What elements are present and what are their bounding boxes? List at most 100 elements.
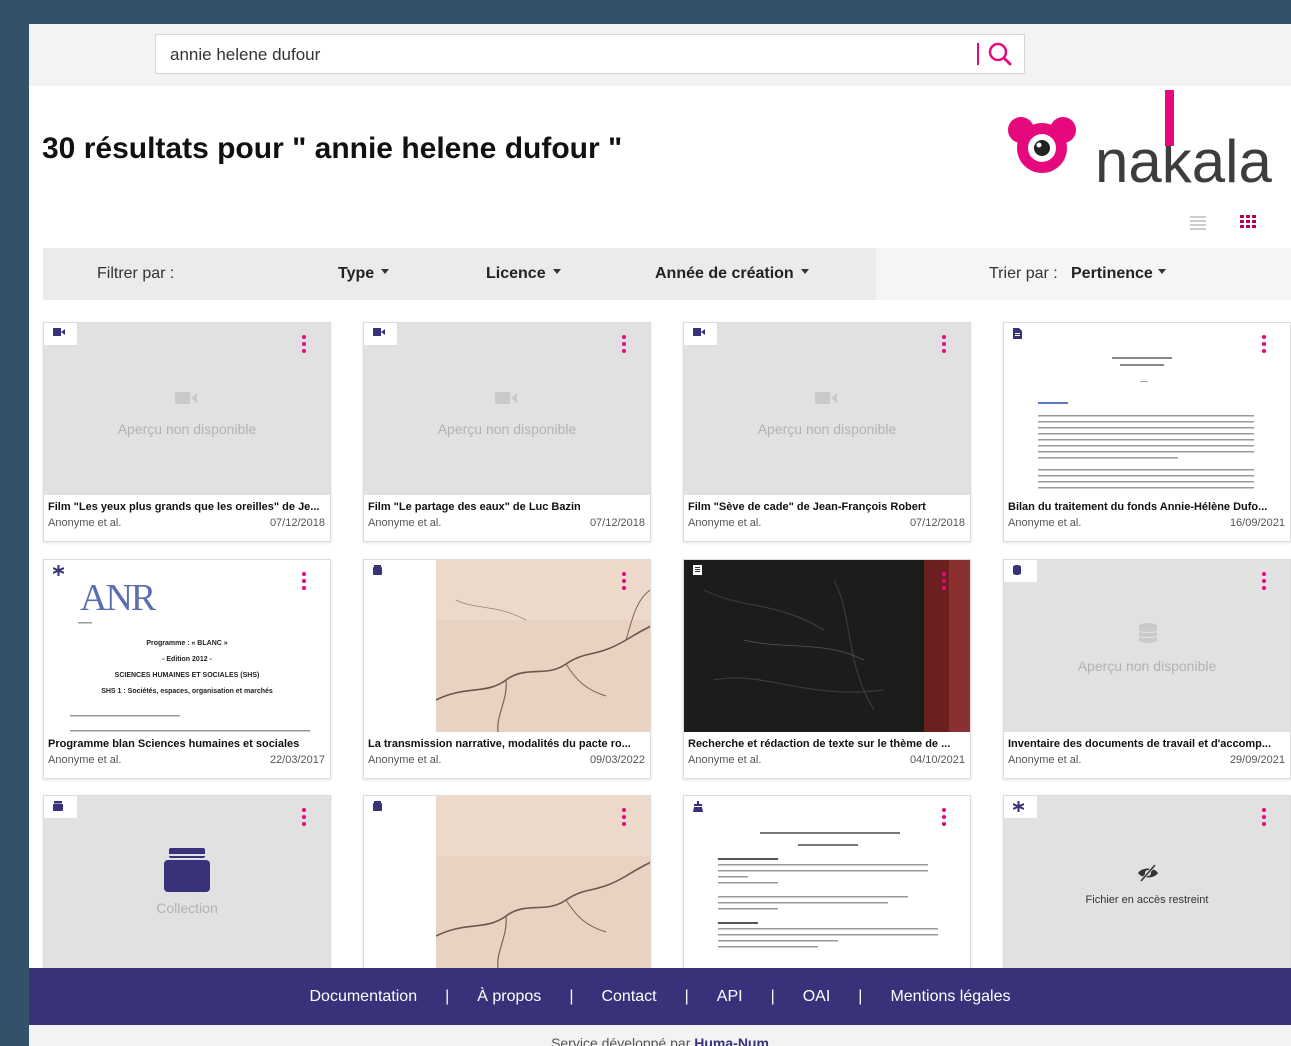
card-thumbnail: [364, 796, 650, 968]
database-icon: [1013, 565, 1021, 575]
card-type-badge: [684, 796, 717, 818]
caret-down-icon: [800, 269, 809, 275]
card-date: 07/12/2018: [589, 517, 645, 529]
book-icon: [693, 565, 702, 575]
card-thumbnail: [1004, 323, 1290, 495]
result-card[interactable]: Aperçu non disponible Film "Sève de cade…: [683, 322, 971, 542]
card-type-badge: [684, 560, 717, 582]
card-author: Anonyme et al.: [1008, 754, 1082, 766]
card-menu-button[interactable]: [621, 572, 627, 592]
search-box[interactable]: [155, 34, 1025, 74]
preview-unavailable: Aperçu non disponible: [757, 421, 897, 437]
card-type-badge: [364, 560, 397, 582]
card-menu-button[interactable]: [301, 808, 307, 828]
result-card[interactable]: Recherche et rédaction de texte sur le t…: [683, 559, 971, 779]
filter-year-dropdown[interactable]: Année de création: [655, 265, 809, 283]
result-card[interactable]: Aperçu non disponible Film "Le partage d…: [363, 322, 651, 542]
book-cover-image: [684, 560, 970, 732]
nakala-logo[interactable]: nakala: [1007, 86, 1291, 186]
footer-nav: Documentation | À propos | Contact | API | OAI | M…: [29, 968, 1291, 1025]
footer-link-documentation[interactable]: Documentation: [309, 988, 417, 1005]
card-type-badge: [684, 323, 717, 345]
card-title[interactable]: Film "Sève de cade" de Jean-François Rob…: [688, 501, 968, 513]
developer-name-link[interactable]: Huma-Num: [694, 1035, 769, 1046]
filter-licence-dropdown[interactable]: Licence: [486, 265, 561, 283]
video-icon: [53, 328, 65, 336]
card-thumbnail: ANR Programme : « BLANC » - Edition 2012…: [44, 560, 330, 732]
card-title[interactable]: Bilan du traitement du fonds Annie-Hélèn…: [1008, 501, 1288, 513]
filter-licence-label: Licence: [486, 265, 546, 282]
grid-view-icon[interactable]: [1240, 215, 1256, 229]
cracked-wall-image: [436, 796, 650, 968]
result-card[interactable]: ANR Programme : « BLANC » - Edition 2012…: [43, 559, 331, 779]
card-thumbnail: Aperçu non disponible: [44, 323, 330, 495]
search-icon[interactable]: [985, 40, 1013, 68]
footer-link-apropos[interactable]: À propos: [477, 988, 541, 1005]
footer-link-api[interactable]: API: [717, 988, 743, 1005]
card-author: Anonyme et al.: [688, 517, 762, 529]
sort-area: Trier par : Pertinence: [876, 248, 1291, 300]
sub-footer: Service développé par Huma-Num: [29, 1025, 1291, 1046]
footer-separator: |: [684, 988, 689, 1005]
search-input[interactable]: [170, 43, 950, 67]
caret-down-icon: [552, 269, 561, 275]
card-title[interactable]: Film "Les yeux plus grands que les oreil…: [48, 501, 328, 513]
card-thumbnail: Aperçu non disponible: [1004, 560, 1290, 732]
card-type-badge: [1004, 323, 1037, 345]
collection-icon: [53, 801, 63, 811]
asterisk-icon: [1013, 801, 1024, 812]
card-menu-button[interactable]: [1261, 572, 1267, 592]
card-type-badge: [364, 796, 397, 818]
preview-unavailable: Aperçu non disponible: [437, 421, 577, 437]
sort-dropdown[interactable]: Pertinence: [1071, 265, 1166, 283]
filter-bar: Filtrer par : Type Licence Année de créa…: [43, 248, 1291, 300]
database-icon: [1139, 623, 1157, 643]
list-view-icon[interactable]: [1190, 216, 1206, 230]
card-type-badge: [1004, 796, 1037, 818]
logo-text: nakala: [1095, 128, 1272, 186]
result-card[interactable]: La transmission narrative, modalités du …: [363, 559, 651, 779]
result-card[interactable]: Bilan du traitement du fonds Annie-Hélèn…: [1003, 322, 1291, 542]
card-title[interactable]: La transmission narrative, modalités du …: [368, 738, 648, 750]
flask-icon: [693, 801, 703, 812]
card-author: Anonyme et al.: [368, 754, 442, 766]
card-type-badge: [44, 560, 77, 582]
footer-link-contact[interactable]: Contact: [601, 988, 656, 1005]
card-menu-button[interactable]: [941, 572, 947, 592]
collection-icon: [373, 801, 382, 811]
card-menu-button[interactable]: [301, 335, 307, 355]
card-thumbnail: Aperçu non disponible: [364, 323, 650, 495]
collection-icon: [373, 565, 382, 575]
result-card[interactable]: Aperçu non disponible Inventaire des doc…: [1003, 559, 1291, 779]
card-type-badge: [364, 323, 397, 345]
card-title[interactable]: Programme blan Sciences humaines et soci…: [48, 738, 328, 750]
footer-separator: |: [569, 988, 574, 1005]
card-menu-button[interactable]: [1261, 808, 1267, 828]
result-card[interactable]: Aperçu non disponible Film "Les yeux plu…: [43, 322, 331, 542]
card-menu-button[interactable]: [941, 808, 947, 828]
card-author: Anonyme et al.: [1008, 517, 1082, 529]
card-menu-button[interactable]: [621, 335, 627, 355]
card-date: 07/12/2018: [909, 517, 965, 529]
filter-label: Filtrer par :: [97, 265, 175, 282]
document-preview: [718, 832, 938, 948]
document-preview: [1038, 357, 1254, 489]
footer-link-oai[interactable]: OAI: [803, 988, 831, 1005]
card-title[interactable]: Inventaire des documents de travail et d…: [1008, 738, 1288, 750]
card-menu-button[interactable]: [621, 808, 627, 828]
card-menu-button[interactable]: [1261, 335, 1267, 355]
filter-type-dropdown[interactable]: Type: [338, 265, 390, 283]
card-menu-button[interactable]: [941, 335, 947, 355]
preview-unavailable: Aperçu non disponible: [117, 421, 257, 437]
sort-value: Pertinence: [1071, 265, 1153, 282]
card-date: 22/03/2017: [269, 754, 325, 766]
page: 30 résultats pour " annie helene dufour …: [29, 24, 1291, 1046]
card-author: Anonyme et al.: [688, 754, 762, 766]
card-title[interactable]: Recherche et rédaction de texte sur le t…: [688, 738, 968, 750]
card-menu-button[interactable]: [301, 572, 307, 592]
footer-link-mentions-legales[interactable]: Mentions légales: [890, 988, 1010, 1005]
card-title[interactable]: Film "Le partage des eaux" de Luc Bazin: [368, 501, 648, 513]
card-date: 07/12/2018: [269, 517, 325, 529]
footer-separator: |: [858, 988, 863, 1005]
card-type-badge: [44, 323, 77, 345]
